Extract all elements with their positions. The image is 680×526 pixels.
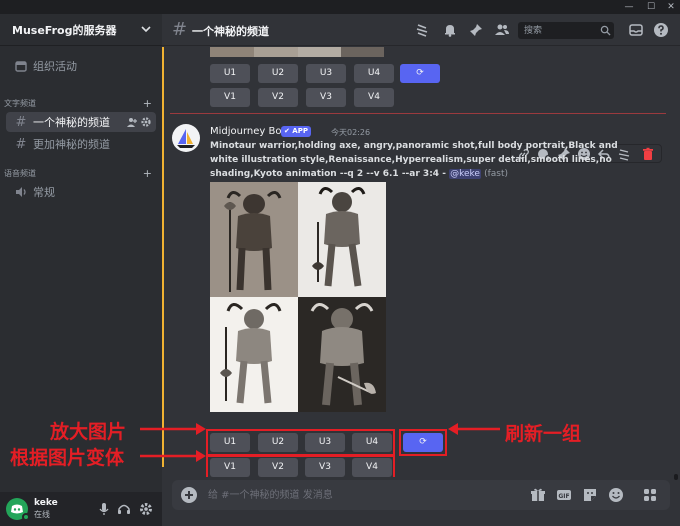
prev-upscale-button-3[interactable]: U3 bbox=[306, 64, 346, 83]
prompt-text: Minotaur warrior,holding axe, angry,pano… bbox=[210, 139, 630, 181]
user-status: 在线 bbox=[34, 510, 50, 519]
scrollbar[interactable] bbox=[674, 474, 678, 480]
inbox-icon[interactable] bbox=[628, 22, 644, 38]
variation-annotation: 根据图片变体 bbox=[10, 447, 125, 469]
close-button[interactable]: ✕ bbox=[662, 0, 680, 14]
upscale-highlight-box bbox=[206, 429, 395, 456]
window-titlebar: — ☐ ✕ bbox=[0, 0, 680, 14]
message-composer: GIF bbox=[172, 480, 670, 510]
message-list: U1 U2 U3 U4 ⟳ V1 V2 V3 V4 Midjourney Bot… bbox=[162, 47, 680, 477]
server-header[interactable]: MuseFrog的服务器 bbox=[0, 14, 162, 46]
generated-image-2[interactable] bbox=[298, 182, 386, 297]
prompt-body: Minotaur warrior,holding axe, angry,pano… bbox=[210, 141, 618, 179]
category-voice-channels[interactable]: 语音频道 + bbox=[4, 166, 156, 180]
pin-icon[interactable] bbox=[468, 22, 484, 38]
svg-text:GIF: GIF bbox=[558, 493, 569, 500]
new-messages-divider bbox=[170, 113, 666, 114]
add-channel-icon[interactable]: + bbox=[143, 167, 152, 180]
user-mention[interactable]: @keke bbox=[449, 169, 481, 179]
previous-image-fragment[interactable] bbox=[298, 47, 384, 57]
category-label: 文字频道 bbox=[4, 98, 36, 108]
hash-icon: # bbox=[15, 136, 27, 152]
generated-image-4[interactable] bbox=[298, 297, 386, 412]
generated-image-3[interactable] bbox=[210, 297, 298, 412]
upscale-annotation: 放大图片 bbox=[50, 421, 127, 443]
channel-header: # 一个神秘的频道 bbox=[162, 14, 680, 46]
prev-upscale-button-1[interactable]: U1 bbox=[210, 64, 250, 83]
online-status-dot bbox=[22, 513, 30, 521]
trash-icon[interactable] bbox=[641, 147, 655, 161]
user-name: keke bbox=[34, 498, 58, 508]
previous-image-fragment[interactable] bbox=[210, 47, 298, 57]
sticker-icon[interactable] bbox=[582, 487, 598, 503]
prev-upscale-button-4[interactable]: U4 bbox=[354, 64, 394, 83]
search-icon bbox=[600, 25, 611, 36]
refresh-annotation: 刷新一组 bbox=[505, 423, 582, 445]
app-badge: ✔ APP bbox=[281, 126, 311, 137]
invite-icon[interactable] bbox=[126, 116, 138, 128]
threads-icon[interactable] bbox=[414, 22, 430, 38]
mention-highlight-bar bbox=[162, 47, 164, 467]
hash-icon: # bbox=[15, 114, 27, 130]
sidebar-item-voice-general[interactable]: 常规 bbox=[6, 182, 156, 202]
sidebar-item-label: 更加神秘的频道 bbox=[33, 138, 110, 151]
prev-variation-button-1[interactable]: V1 bbox=[210, 88, 250, 107]
prev-variation-button-4[interactable]: V4 bbox=[354, 88, 394, 107]
prev-variation-button-3[interactable]: V3 bbox=[306, 88, 346, 107]
chevron-down-icon bbox=[141, 26, 151, 33]
add-channel-icon[interactable]: + bbox=[143, 97, 152, 110]
gif-icon[interactable]: GIF bbox=[556, 487, 572, 503]
microphone-icon[interactable] bbox=[96, 501, 112, 517]
sidebar-item-label: 组织活动 bbox=[33, 60, 77, 73]
prev-upscale-button-2[interactable]: U2 bbox=[258, 64, 298, 83]
members-icon[interactable] bbox=[494, 22, 510, 38]
speed-tag: (fast) bbox=[484, 169, 509, 179]
sidebar-item-channel-1[interactable]: # 一个神秘的频道 bbox=[6, 112, 156, 132]
bot-name[interactable]: Midjourney Bot bbox=[210, 126, 285, 137]
message-timestamp: 今天02:26 bbox=[331, 128, 371, 137]
bell-icon[interactable] bbox=[442, 22, 458, 38]
gift-icon[interactable] bbox=[530, 487, 546, 503]
speaker-icon bbox=[16, 187, 26, 197]
server-name: MuseFrog的服务器 bbox=[12, 23, 117, 37]
category-text-channels[interactable]: 文字频道 + bbox=[4, 96, 156, 110]
maximize-button[interactable]: ☐ bbox=[642, 0, 660, 14]
sidebar-item-label: 一个神秘的频道 bbox=[33, 116, 110, 129]
prev-refresh-button[interactable]: ⟳ bbox=[400, 64, 440, 83]
message-input[interactable] bbox=[208, 487, 508, 503]
midjourney-sailboat-icon bbox=[177, 129, 195, 148]
refresh-highlight-box bbox=[399, 429, 447, 456]
minimize-button[interactable]: — bbox=[620, 0, 638, 14]
gear-icon[interactable] bbox=[140, 116, 152, 128]
category-label: 语音频道 bbox=[4, 168, 36, 178]
sidebar-item-channel-2[interactable]: # 更加神秘的频道 bbox=[6, 134, 156, 154]
user-settings-gear-icon[interactable] bbox=[138, 501, 154, 517]
variation-highlight-box bbox=[206, 455, 395, 477]
user-panel: keke 在线 bbox=[0, 492, 162, 526]
hash-icon: # bbox=[172, 19, 188, 40]
prev-variation-button-2[interactable]: V2 bbox=[258, 88, 298, 107]
main-panel: # 一个神秘的频道 U1 U2 U3 U4 ⟳ V1 V2 V3 V4 bbox=[162, 14, 680, 526]
calendar-icon bbox=[15, 61, 27, 72]
avatar[interactable] bbox=[172, 124, 200, 152]
sidebar-item-events[interactable]: 组织活动 bbox=[6, 56, 156, 76]
apps-icon[interactable] bbox=[642, 487, 658, 503]
generated-image-1[interactable] bbox=[210, 182, 298, 297]
headphones-icon[interactable] bbox=[116, 501, 132, 517]
emoji-icon[interactable] bbox=[608, 487, 624, 503]
page-title: 一个神秘的频道 bbox=[192, 25, 269, 38]
plus-circle-icon[interactable] bbox=[180, 486, 198, 504]
help-icon[interactable] bbox=[653, 22, 669, 38]
sidebar-item-label: 常规 bbox=[33, 186, 55, 199]
